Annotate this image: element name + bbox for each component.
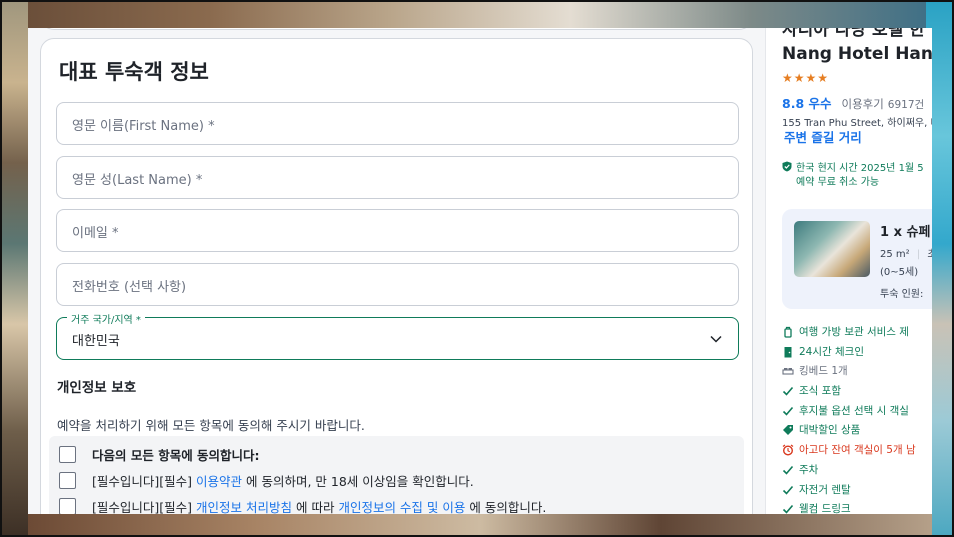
terms-consent-row[interactable]: [필수입니다][필수] 이용약관 에 동의하며, 만 18세 이상임을 확인합니… xyxy=(59,471,474,489)
previous-card-edge xyxy=(40,28,753,30)
luggage-icon xyxy=(784,326,792,338)
hotel-name[interactable]: 사티아 다낭 호텔 한 Nang Hotel Han M xyxy=(782,28,932,66)
privacy-prefix: [필수입니다][필수] xyxy=(92,499,193,515)
check-icon xyxy=(782,504,794,514)
alarm-clock-icon xyxy=(782,444,794,456)
terms-checkbox[interactable] xyxy=(59,471,76,489)
policy-line1: 한국 현지 시간 2025년 1월 5 xyxy=(796,163,924,174)
last-name-input[interactable]: 영문 성(Last Name) * xyxy=(56,156,739,199)
rating-score: 8.8 우수 xyxy=(782,96,832,111)
room-photo xyxy=(794,221,870,277)
first-name-placeholder: 영문 이름(First Name) * xyxy=(72,119,215,134)
hotel-name-line1: 사티아 다낭 호텔 한 xyxy=(782,28,925,40)
form-title: 대표 투숙객 정보 xyxy=(59,60,209,84)
policy-line2: 예약 무료 취소 가능 xyxy=(796,177,880,188)
terms-prefix: [필수입니다][필수] xyxy=(92,473,193,489)
privacy-checkbox[interactable] xyxy=(59,497,76,514)
chevron-down-icon xyxy=(710,335,722,343)
amenity-bicycle-rental: 자전거 렌탈 xyxy=(782,482,851,497)
review-rating: 8.8 우수 이용후기 6917건 xyxy=(782,93,924,112)
nearby-attractions-link[interactable]: 주변 즐길 거리 xyxy=(784,127,862,146)
amenity-rooms-left: 아고다 잔여 객실이 5개 남 xyxy=(782,442,916,457)
amenity-king-bed: 킹베드 1개 xyxy=(782,363,848,378)
check-icon xyxy=(782,386,794,396)
privacy-description: 예약을 처리하기 위해 모든 항목에 동의해 주시기 바랍니다. xyxy=(57,418,365,433)
country-select[interactable]: 거주 국가/지역 * 대한민국 xyxy=(56,311,739,360)
phone-placeholder: 전화번호 (선택 사항) xyxy=(72,280,187,295)
amenity-welcome-drink: 웰컴 드링크 xyxy=(782,501,851,514)
room-card: 1 x 슈페 25 m² | 초 (0~5세) 투숙 인원: xyxy=(782,209,932,309)
privacy-policy-link[interactable]: 개인정보 처리방침 xyxy=(196,497,292,515)
consent-box: 다음의 모든 항목에 동의합니다: [필수입니다][필수] 이용약관 에 동의하… xyxy=(49,436,744,514)
agree-all-row[interactable]: 다음의 모든 항목에 동의합니다: xyxy=(59,445,260,463)
agree-all-checkbox[interactable] xyxy=(59,445,76,463)
terms-link[interactable]: 이용약관 xyxy=(196,471,242,490)
door-icon xyxy=(784,346,792,357)
room-size-value: 25 m² xyxy=(880,249,910,260)
privacy-consent-row[interactable]: [필수입니다][필수] 개인정보 처리방침 에 따라 개인정보의 수집 및 이용… xyxy=(59,497,546,514)
bed-icon xyxy=(782,367,794,375)
amenity-luggage: 여행 가방 보관 서비스 제 xyxy=(782,324,909,339)
phone-input[interactable]: 전화번호 (선택 사항) xyxy=(56,263,739,306)
cancellation-policy: 한국 현지 시간 2025년 1월 5 예약 무료 취소 가능 xyxy=(782,161,924,190)
data-collection-link[interactable]: 개인정보의 수집 및 이용 xyxy=(338,497,465,515)
room-guests: 투숙 인원: xyxy=(880,289,924,300)
privacy-suffix: 에 동의합니다. xyxy=(469,499,547,515)
rating-label: 이용후기 xyxy=(841,97,884,111)
amenity-pay-later: 후지불 옵션 선택 시 객실 xyxy=(782,403,909,418)
check-icon xyxy=(782,485,794,495)
check-icon xyxy=(782,406,794,416)
room-child-age: (0~5세) xyxy=(880,267,919,278)
room-size-extra: 초 xyxy=(927,249,932,260)
check-icon xyxy=(782,465,794,475)
country-label: 거주 국가/지역 * xyxy=(67,311,145,326)
terms-suffix: 에 동의하며, 만 18세 이상임을 확인합니다. xyxy=(246,473,474,489)
amenity-breakfast: 조식 포함 xyxy=(782,383,841,398)
tag-icon xyxy=(783,424,793,435)
amenity-big-deal: 대박할인 상품 xyxy=(782,422,860,437)
email-input[interactable]: 이메일 * xyxy=(56,209,739,252)
star-rating: ★★★★ xyxy=(782,71,830,85)
room-size: 25 m² | 초 xyxy=(880,245,932,260)
email-placeholder: 이메일 * xyxy=(72,226,119,241)
browser-viewport: 대표 투숙객 정보 영문 이름(First Name) * 영문 성(Last … xyxy=(28,28,932,514)
room-title: 1 x 슈페 xyxy=(880,225,931,240)
first-name-input[interactable]: 영문 이름(First Name) * xyxy=(56,102,739,145)
amenity-parking: 주차 xyxy=(782,462,818,477)
privacy-middle: 에 따라 xyxy=(295,499,335,515)
booking-summary-panel: 사티아 다낭 호텔 한 Nang Hotel Han M ★★★★ 8.8 우수… xyxy=(765,28,932,514)
agree-all-label: 다음의 모든 항목에 동의합니다: xyxy=(92,447,260,463)
rating-count: 6917건 xyxy=(887,99,925,111)
amenity-24h-checkin: 24시간 체크인 xyxy=(782,344,864,359)
privacy-section-title: 개인정보 보호 xyxy=(57,380,137,396)
background-top xyxy=(28,2,932,28)
hotel-name-line2: Nang Hotel Han M xyxy=(782,44,932,64)
shield-check-icon xyxy=(782,161,792,172)
last-name-placeholder: 영문 성(Last Name) * xyxy=(72,173,203,188)
background-left xyxy=(2,2,28,535)
country-value: 대한민국 xyxy=(72,334,120,349)
guest-info-form: 대표 투숙객 정보 영문 이름(First Name) * 영문 성(Last … xyxy=(40,38,753,514)
